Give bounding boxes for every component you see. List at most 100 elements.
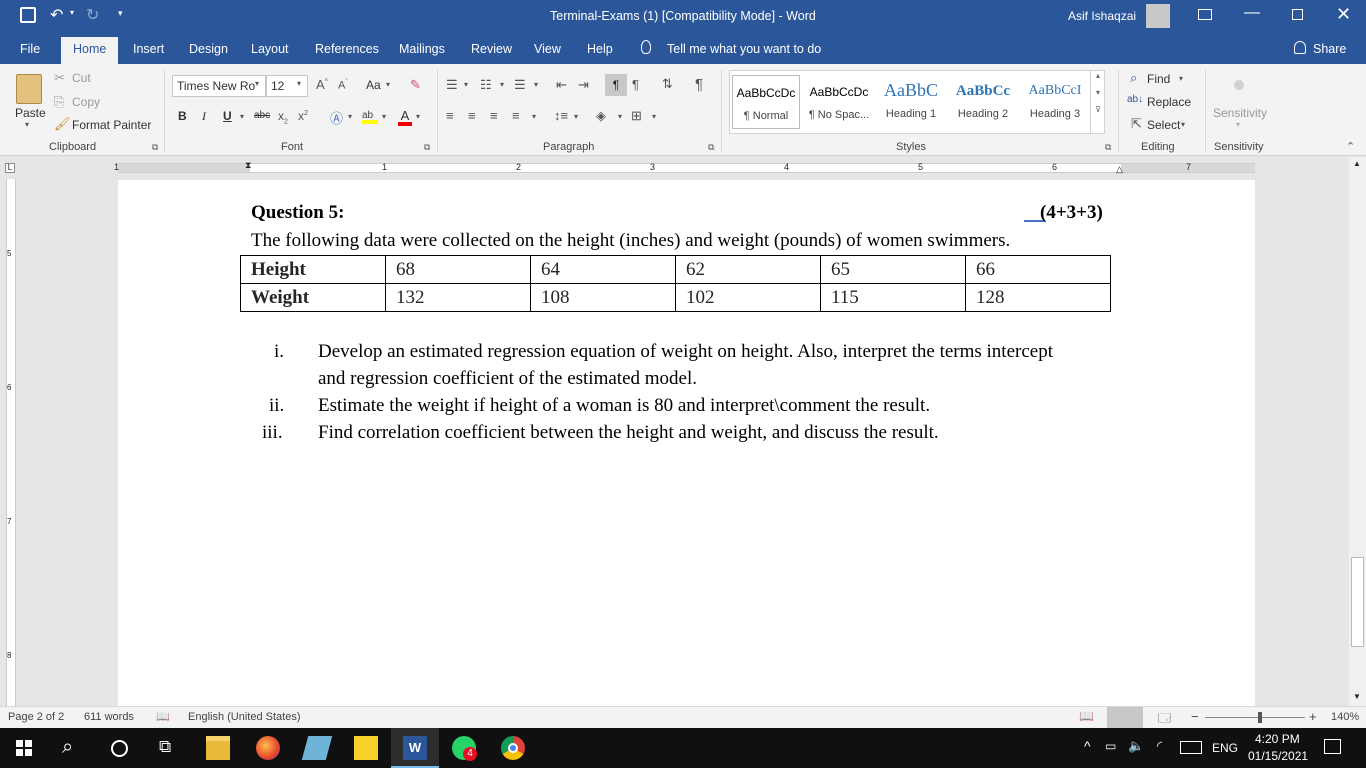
align-left-icon[interactable]: ≡ xyxy=(446,108,454,123)
chevron-down-icon[interactable]: ▾ xyxy=(1091,88,1105,97)
paste-button[interactable]: Paste xyxy=(15,106,46,120)
tab-file[interactable]: File xyxy=(20,42,40,56)
more-styles-icon[interactable]: ⊽ xyxy=(1091,105,1105,114)
customize-toolbar-icon[interactable]: ▾ xyxy=(118,8,123,19)
font-size-box[interactable]: 12 ▾ xyxy=(266,75,308,97)
word-count[interactable]: 611 words xyxy=(84,711,134,723)
save-icon[interactable] xyxy=(20,7,36,23)
borders-icon[interactable]: ⊞ xyxy=(631,108,642,124)
volume-icon[interactable]: 🔈 xyxy=(1128,738,1144,754)
task-view-icon[interactable]: ⧉ xyxy=(159,737,171,757)
minimize-icon[interactable]: — xyxy=(1244,4,1260,22)
change-case-dropdown-icon[interactable]: ▾ xyxy=(386,80,390,89)
style-heading-3[interactable]: AaBbCcI Heading 3 xyxy=(1020,75,1090,129)
redo-icon[interactable]: ↻ xyxy=(86,5,99,25)
dialog-launcher-icon[interactable]: ⧉ xyxy=(424,142,430,153)
select-dropdown-icon[interactable]: ▾ xyxy=(1181,120,1185,129)
language-status[interactable]: English (United States) xyxy=(188,711,301,723)
superscript-icon[interactable]: x2 xyxy=(298,109,308,123)
tab-review[interactable]: Review xyxy=(471,42,512,56)
bullets-icon[interactable]: ☰ xyxy=(446,77,458,93)
align-right-icon[interactable]: ≡ xyxy=(490,108,498,123)
ribbon-display-icon[interactable] xyxy=(1198,9,1212,20)
zoom-in-icon[interactable]: + xyxy=(1309,709,1317,724)
numbering-icon[interactable]: ☷ xyxy=(480,77,492,93)
word-icon[interactable]: W xyxy=(403,736,427,760)
dialog-launcher-icon[interactable]: ⧉ xyxy=(1105,142,1111,153)
multilevel-dropdown-icon[interactable]: ▾ xyxy=(534,80,538,89)
search-icon[interactable]: ⌕ xyxy=(62,736,73,759)
clock-time[interactable]: 4:20 PM xyxy=(1255,732,1300,746)
proofing-icon[interactable]: 📖 xyxy=(156,710,170,723)
subscript-icon[interactable]: x2 xyxy=(278,109,288,125)
ltr-paragraph-icon[interactable]: ¶ xyxy=(605,74,627,96)
indent-marker[interactable]: ⧗ xyxy=(245,160,251,171)
user-name[interactable]: Asif Ishaqzai xyxy=(1068,9,1136,23)
style-normal[interactable]: AaBbCcDc ¶ Normal xyxy=(732,75,800,129)
shading-dropdown-icon[interactable]: ▾ xyxy=(618,112,622,121)
copy-icon[interactable]: ⎘ xyxy=(54,94,64,110)
change-case-button[interactable]: Aa xyxy=(366,78,381,92)
input-language[interactable]: ENG xyxy=(1212,741,1238,755)
read-mode-icon[interactable]: 📖 xyxy=(1079,709,1094,723)
format-painter-button[interactable]: Format Painter xyxy=(72,118,151,132)
dialog-launcher-icon[interactable]: ⧉ xyxy=(152,142,158,153)
grow-font-icon[interactable]: A^ xyxy=(316,77,328,92)
numbering-dropdown-icon[interactable]: ▾ xyxy=(500,80,504,89)
paste-icon[interactable] xyxy=(16,74,42,104)
line-spacing-dropdown-icon[interactable]: ▾ xyxy=(574,112,578,121)
scroll-up-icon[interactable]: ▲ xyxy=(1353,159,1361,168)
clear-formatting-icon[interactable]: ✎ xyxy=(410,77,421,93)
select-icon[interactable]: ⇱ xyxy=(1131,116,1142,132)
increase-indent-icon[interactable]: ⇥ xyxy=(578,77,589,93)
sensitivity-dropdown-icon[interactable]: ▾ xyxy=(1236,120,1240,129)
cortana-icon[interactable] xyxy=(111,740,128,757)
multilevel-list-icon[interactable]: ☰ xyxy=(514,77,526,93)
tell-me-search[interactable]: Tell me what you want to do xyxy=(667,42,821,56)
dialog-launcher-icon[interactable]: ⧉ xyxy=(708,142,714,153)
line-spacing-icon[interactable]: ↕≡ xyxy=(554,108,568,123)
clock-date[interactable]: 01/15/2021 xyxy=(1248,749,1308,763)
undo-dropdown-icon[interactable]: ▾ xyxy=(70,8,74,17)
tab-view[interactable]: View xyxy=(534,42,561,56)
font-color-icon[interactable]: A xyxy=(398,108,412,126)
select-button[interactable]: Select xyxy=(1147,118,1180,132)
undo-icon[interactable]: ↶ xyxy=(50,5,63,25)
italic-button[interactable]: I xyxy=(202,109,206,124)
web-layout-icon[interactable]: 🗔 xyxy=(1158,709,1171,730)
battery-icon[interactable]: ▭ xyxy=(1105,739,1116,753)
zoom-out-icon[interactable]: − xyxy=(1191,709,1199,724)
bold-button[interactable]: B xyxy=(178,109,187,123)
borders-dropdown-icon[interactable]: ▾ xyxy=(652,112,656,121)
rtl-paragraph-icon[interactable]: ¶ xyxy=(632,77,639,92)
share-button[interactable]: Share xyxy=(1313,42,1346,56)
justify-icon[interactable]: ≡ xyxy=(512,108,520,123)
zoom-slider[interactable] xyxy=(1205,717,1305,718)
style-heading-2[interactable]: AaBbCc Heading 2 xyxy=(948,75,1018,129)
find-dropdown-icon[interactable]: ▾ xyxy=(1179,74,1183,83)
file-explorer-icon[interactable] xyxy=(206,736,230,760)
format-painter-icon[interactable]: 🖌 xyxy=(54,116,71,132)
find-button[interactable]: Find xyxy=(1147,72,1170,86)
sensitivity-button[interactable]: Sensitivity xyxy=(1213,106,1267,120)
highlight-icon[interactable]: ab xyxy=(362,110,378,124)
font-color-dropdown-icon[interactable]: ▾ xyxy=(416,112,420,121)
notifications-icon[interactable] xyxy=(1324,739,1341,754)
ruler-bar[interactable]: 1 1 2 3 4 5 6 7 ⧗ △ xyxy=(114,160,1255,174)
keyboard-icon[interactable] xyxy=(1180,741,1202,754)
paste-dropdown-icon[interactable]: ▾ xyxy=(25,120,29,129)
cut-button[interactable]: Cut xyxy=(72,71,91,85)
scroll-down-icon[interactable]: ▼ xyxy=(1353,692,1361,701)
decrease-indent-icon[interactable]: ⇤ xyxy=(556,77,567,93)
tab-help[interactable]: Help xyxy=(587,42,613,56)
underline-button[interactable]: U xyxy=(223,109,232,123)
highlight-dropdown-icon[interactable]: ▾ xyxy=(382,112,386,121)
zoom-level[interactable]: 140% xyxy=(1331,711,1359,723)
find-icon[interactable]: ⌕ xyxy=(1130,70,1137,86)
tab-layout[interactable]: Layout xyxy=(251,42,289,56)
style-heading-1[interactable]: AaBbC Heading 1 xyxy=(876,75,946,129)
zoom-slider-thumb[interactable] xyxy=(1258,712,1262,723)
underline-dropdown-icon[interactable]: ▾ xyxy=(240,112,244,121)
sort-icon[interactable]: ⇅ xyxy=(662,76,673,92)
bullets-dropdown-icon[interactable]: ▾ xyxy=(464,80,468,89)
